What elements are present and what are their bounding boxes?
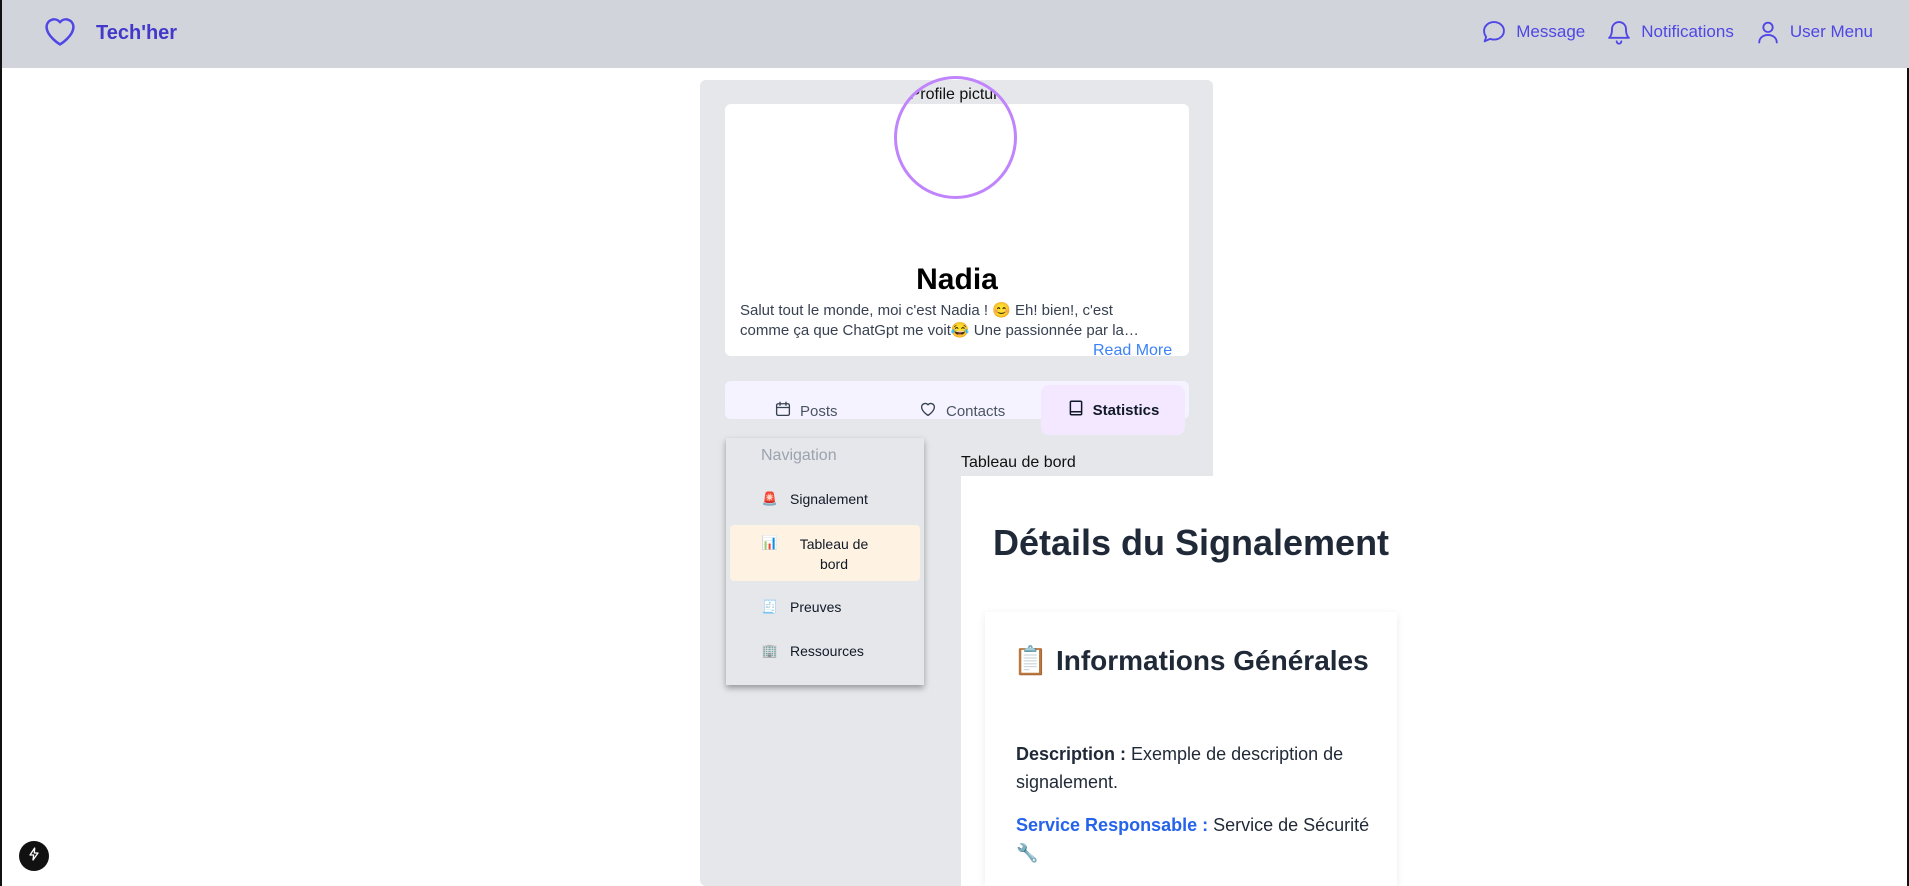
breadcrumb: Tableau de bord: [961, 454, 1076, 471]
heart-icon: [918, 400, 938, 422]
sidebar-item-ressources[interactable]: 🏢 Ressources: [760, 643, 864, 659]
receipt-icon: 🧾: [761, 599, 779, 614]
brand-name: Tech'her: [96, 22, 178, 44]
profile-name: Nadia: [916, 263, 998, 296]
message-link[interactable]: Message: [1480, 18, 1585, 46]
avatar-alt-text: Profile picture: [909, 86, 1008, 103]
dev-tools-button[interactable]: [19, 841, 49, 871]
calendar-icon: [774, 400, 792, 422]
user-menu-label: User Menu: [1789, 22, 1873, 41]
sidebar-item-signalement[interactable]: 🚨 Signalement: [760, 491, 868, 507]
sidebar-item-label: Tableau de bord: [799, 536, 869, 572]
description-row: Description : Exemple de description de …: [1016, 740, 1376, 796]
tab-posts[interactable]: Posts: [774, 400, 838, 422]
avatar: Profile picture: [894, 76, 1017, 199]
bar-chart-icon: 📊: [761, 535, 779, 550]
service-row: Service Responsable : Service de Sécurit…: [1016, 811, 1376, 867]
info-card-title: 📋 Informations Générales: [1013, 645, 1369, 676]
sidebar-item-label: Ressources: [790, 643, 864, 659]
notifications-label: Notifications: [1641, 22, 1734, 41]
sidebar-item-label: Signalement: [790, 491, 868, 507]
siren-icon: 🚨: [761, 491, 779, 506]
tab-statistics[interactable]: Statistics: [1041, 385, 1185, 435]
page-title: Détails du Signalement: [992, 522, 1390, 563]
office-building-icon: 🏢: [761, 643, 779, 658]
service-label: Service Responsable :: [1016, 815, 1209, 835]
tab-posts-label: Posts: [800, 402, 838, 420]
profile-bio: Salut tout le monde, moi c'est Nadia ! 😊…: [740, 302, 1124, 339]
tab-contacts-label: Contacts: [946, 402, 1006, 420]
tab-statistics-label: Statistics: [1092, 401, 1160, 419]
side-navigation-title: Navigation: [761, 447, 837, 464]
user-menu-button[interactable]: User Menu: [1754, 17, 1873, 47]
sidebar-item-label: Preuves: [790, 599, 842, 615]
message-label: Message: [1516, 22, 1586, 41]
lightning-bolt-icon: [26, 846, 42, 867]
book-icon: [1067, 399, 1085, 421]
bell-icon: [1605, 17, 1633, 47]
brand-link[interactable]: Tech'her: [40, 12, 177, 55]
chat-bubble-icon: [1480, 18, 1508, 46]
description-label: Description :: [1016, 744, 1127, 764]
notifications-link[interactable]: Notifications: [1605, 17, 1734, 47]
user-icon: [1754, 17, 1782, 47]
sidebar-item-tableau-de-bord[interactable]: 📊 Tableau de bord: [730, 525, 920, 581]
read-more-link[interactable]: Read More: [1093, 342, 1172, 360]
heart-logo-icon: [40, 12, 80, 55]
tab-contacts[interactable]: Contacts: [918, 400, 1005, 422]
sidebar-item-preuves[interactable]: 🧾 Preuves: [760, 599, 841, 615]
top-navbar: Tech'her Message Notifications User Menu: [2, 0, 1909, 68]
